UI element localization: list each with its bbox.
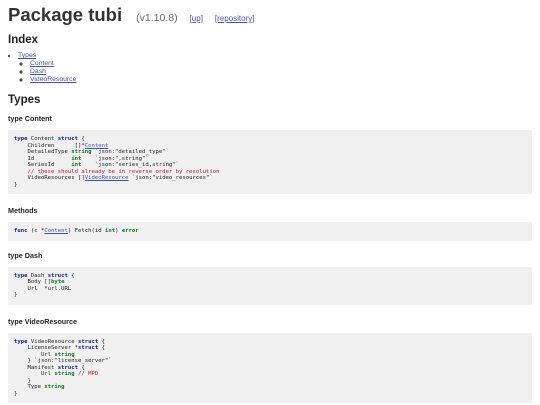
code-type: int [71, 162, 82, 168]
code-text: Dash [27, 272, 48, 279]
index-heading: Index [8, 34, 39, 46]
code-text: } `json:"license_server"` [14, 358, 112, 364]
content-link[interactable]: Content [30, 60, 54, 67]
code-text: Manifest [14, 364, 58, 371]
code-text: Children []* [14, 142, 85, 149]
content-code-block: type Content struct { Children []*Conten… [8, 130, 532, 194]
methods-heading: Methods [8, 206, 38, 215]
version-label: (v1.10.8) [136, 12, 178, 24]
code-keyword: struct [57, 136, 79, 142]
code-keyword: type [14, 338, 28, 345]
code-text: { [78, 364, 85, 371]
code-type: string [54, 371, 75, 377]
code-type: error [121, 228, 139, 234]
repository-link[interactable]: [repository] [215, 14, 255, 23]
code-keyword: type [14, 272, 28, 279]
code-keyword: struct [57, 364, 78, 371]
code-text: Url *url.URL [14, 285, 72, 292]
up-link[interactable]: [up] [190, 14, 203, 23]
videoresource-heading: type VideoResource [8, 316, 77, 326]
code-text: } [14, 181, 18, 188]
code-text: Id [14, 155, 72, 162]
code-text: `json:",string"` [81, 155, 149, 162]
dash-heading: type Dash [8, 250, 43, 260]
index-list: Types Content Dash VideoResource [8, 52, 532, 84]
code-type: string [54, 351, 75, 358]
methods-code-block: func (c *Content) Fetch(id int) error [8, 222, 532, 241]
index-subitem: Dash [30, 68, 532, 76]
code-type: int [104, 228, 116, 234]
dash-code-block: type Dash struct { Body []byte Url *url.… [8, 266, 532, 305]
code-keyword: struct [47, 272, 68, 279]
types-link[interactable]: Types [18, 52, 36, 59]
code-type-link[interactable]: VideoResource [85, 175, 129, 181]
code-type-link[interactable]: Content [85, 143, 109, 149]
code-text: { [98, 345, 105, 351]
code-text: `json:"video_resources"` [128, 175, 213, 181]
page-title: Package tubi [8, 4, 123, 25]
index-subitem: Content [30, 60, 532, 68]
content-heading: type Content [8, 114, 52, 123]
code-text: ) [115, 228, 122, 234]
code-keyword: struct [78, 345, 99, 351]
code-type: string [44, 384, 65, 390]
code-text: Url [14, 351, 55, 358]
code-text: Content [27, 136, 58, 142]
code-keyword: type [14, 136, 28, 142]
code-keyword: func [14, 228, 28, 234]
code-text: ) Fetch(id [67, 228, 105, 234]
code-text: { [78, 136, 85, 142]
code-text: { [98, 338, 105, 345]
page: Package tubi (v1.10.8) [up] [repository]… [0, 0, 540, 403]
code-text: (c * [27, 228, 45, 234]
code-text: DetailedType [14, 149, 72, 155]
index-subitem: VideoResource [30, 76, 532, 84]
code-text: Type [14, 384, 45, 390]
code-text: } [14, 390, 18, 397]
code-type: byte [51, 279, 65, 285]
videoresource-code-block: type VideoResource struct { LicenseServe… [8, 332, 532, 403]
dash-link[interactable]: Dash [30, 68, 46, 75]
title-row: Package tubi (v1.10.8) [up] [repository] [8, 4, 532, 30]
code-type: string [71, 149, 92, 155]
index-item-types: Types Content Dash VideoResource [18, 52, 532, 84]
code-text: } [14, 377, 31, 384]
code-text: Body [] [14, 279, 52, 285]
code-text: `json:"detailed_type"` [91, 149, 169, 155]
videoresource-link[interactable]: VideoResource [30, 76, 76, 83]
code-text: { [67, 272, 75, 279]
types-heading: Types [8, 94, 41, 106]
code-text: VideoResource [27, 338, 79, 345]
index-sublist: Content Dash VideoResource [18, 60, 532, 84]
code-text: Url [14, 371, 55, 377]
code-text: `json:"series_id,string"` [81, 162, 180, 168]
code-type-link[interactable]: Content [44, 228, 68, 234]
code-comment: // these should already be in reverse or… [14, 168, 220, 175]
code-keyword: struct [78, 338, 99, 345]
code-text: LicenseServer * [14, 345, 78, 351]
code-text: } [14, 292, 18, 298]
code-comment: // MPD [74, 371, 99, 377]
code-text: SeriesId [14, 162, 72, 168]
code-text: VideoResources [] [14, 175, 85, 181]
code-type: int [71, 155, 82, 162]
